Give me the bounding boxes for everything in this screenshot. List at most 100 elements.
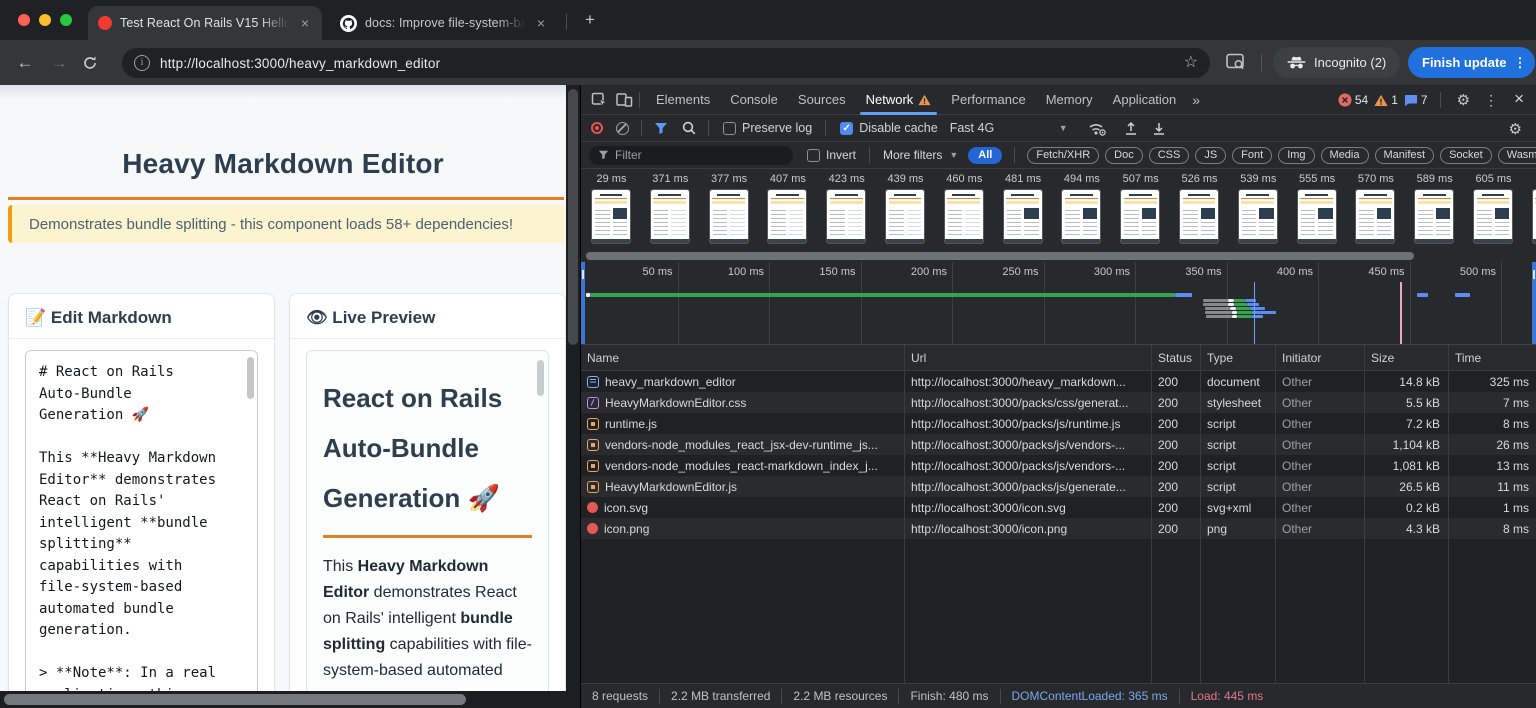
filmstrip-thumbnail[interactable] [1239, 190, 1277, 243]
devtools-tab-console[interactable]: Console [720, 85, 788, 115]
textarea-scrollbar[interactable] [247, 357, 254, 399]
filmstrip-frame[interactable]: 539 ms [1229, 169, 1288, 185]
filter-chip-font[interactable]: Font [1232, 147, 1272, 164]
filmstrip-frame[interactable]: 526 ms [1170, 169, 1229, 185]
page-info-icon[interactable]: i [134, 55, 150, 71]
filmstrip-thumbnail[interactable] [592, 190, 630, 243]
devtools-tab-performance[interactable]: Performance [941, 85, 1035, 115]
filmstrip-thumbnail[interactable] [886, 190, 924, 243]
preview-scrollbar[interactable] [537, 360, 544, 396]
filmstrip-frame[interactable]: 29 ms [582, 169, 641, 185]
device-toolbar-icon[interactable] [616, 92, 633, 108]
filmstrip-thumbnail[interactable] [651, 190, 689, 243]
devtools-tab-network[interactable]: Network [856, 85, 942, 115]
error-badge[interactable]: 54 [1338, 93, 1368, 107]
filmstrip-frame[interactable] [1523, 169, 1536, 173]
browser-tab-active[interactable]: Test React On Rails V15 Hello × [88, 6, 322, 40]
request-row-iconpng[interactable]: icon.pnghttp://localhost:3000/icon.png20… [581, 518, 1536, 539]
column-divider[interactable] [1275, 345, 1276, 683]
forward-button[interactable]: → [46, 50, 72, 76]
filmstrip-thumbnail[interactable] [1356, 190, 1394, 243]
column-divider[interactable] [1151, 345, 1152, 683]
record-network-log-button[interactable] [591, 122, 603, 134]
filter-toggle-icon[interactable] [654, 122, 668, 135]
column-header-status[interactable]: Status [1151, 351, 1200, 365]
filmstrip-thumbnail[interactable] [827, 190, 865, 243]
incognito-badge[interactable]: Incognito (2) [1273, 47, 1400, 78]
column-header-initiator[interactable]: Initiator [1275, 351, 1364, 365]
filmstrip-frame[interactable]: 439 ms [876, 169, 935, 185]
back-button[interactable]: ← [12, 50, 38, 76]
filmstrip-frame[interactable]: 589 ms [1405, 169, 1464, 185]
clear-network-log-button[interactable] [616, 122, 629, 135]
close-tab-icon[interactable]: × [298, 15, 312, 31]
network-overview-waterfall[interactable]: 50 ms100 ms150 ms200 ms250 ms300 ms350 m… [581, 262, 1536, 345]
filmstrip-thumbnail[interactable] [1121, 190, 1159, 243]
filter-input[interactable]: Filter [589, 146, 793, 165]
url-text[interactable]: http://localhost:3000/heavy_markdown_edi… [160, 56, 440, 71]
devtools-tab-sources[interactable]: Sources [788, 85, 856, 115]
import-har-icon[interactable] [1124, 121, 1138, 136]
column-divider[interactable] [904, 345, 905, 683]
filter-chip-wasm[interactable]: Wasm [1498, 147, 1536, 164]
network-settings-icon[interactable]: ⚙ [1505, 115, 1526, 142]
page-horizontal-scrollbar-thumb[interactable] [4, 694, 466, 705]
warning-badge[interactable]: 1 [1374, 93, 1398, 107]
filmstrip-thumbnail[interactable] [1415, 190, 1453, 243]
throttling-select[interactable]: Fast 4G ▼ [950, 121, 1068, 135]
page-horizontal-scrollbar[interactable] [0, 691, 566, 708]
filmstrip-scrollbar-thumb[interactable] [586, 252, 1414, 260]
column-header-time[interactable]: Time [1448, 351, 1536, 365]
invert-checkbox[interactable] [807, 149, 820, 162]
bookmark-star-icon[interactable]: ☆ [1184, 52, 1198, 72]
request-row-HeavyMarkdownEditorcss[interactable]: HeavyMarkdownEditor.csshttp://localhost:… [581, 392, 1536, 413]
column-header-size[interactable]: Size [1364, 351, 1448, 365]
filter-chip-css[interactable]: CSS [1149, 147, 1190, 164]
filmstrip-frame[interactable]: 605 ms [1464, 169, 1523, 185]
filter-chip-media[interactable]: Media [1321, 147, 1369, 164]
markdown-textarea[interactable]: # React on Rails Auto-Bundle Generation … [25, 350, 258, 700]
more-panels-chevron[interactable]: » [1186, 92, 1206, 108]
devtools-tab-memory[interactable]: Memory [1036, 85, 1103, 115]
page-vertical-scrollbar-thumb[interactable] [568, 89, 578, 345]
devtools-settings-icon[interactable]: ⚙ [1453, 91, 1474, 109]
filter-chip-fetchxhr[interactable]: Fetch/XHR [1027, 147, 1099, 164]
request-row-heavymarkdowneditor[interactable]: heavy_markdown_editorhttp://localhost:30… [581, 371, 1536, 392]
request-row-iconsvg[interactable]: icon.svghttp://localhost:3000/icon.svg20… [581, 497, 1536, 518]
column-header-name[interactable]: Name [581, 351, 904, 365]
request-row-HeavyMarkdownEditorjs[interactable]: HeavyMarkdownEditor.jshttp://localhost:3… [581, 476, 1536, 497]
devtools-tab-application[interactable]: Application [1103, 85, 1187, 115]
finish-update-button[interactable]: Finish update ⋮ [1408, 47, 1535, 78]
column-divider[interactable] [1364, 345, 1365, 683]
filmstrip-frame[interactable]: 423 ms [817, 169, 876, 185]
filter-chip-img[interactable]: Img [1278, 147, 1314, 164]
column-header-type[interactable]: Type [1200, 351, 1275, 365]
filmstrip-frame[interactable]: 407 ms [758, 169, 817, 185]
filmstrip-thumbnail[interactable] [945, 190, 983, 243]
column-divider[interactable] [1200, 345, 1201, 683]
new-tab-button[interactable]: + [578, 9, 602, 33]
network-conditions-icon[interactable] [1088, 121, 1106, 136]
close-tab-icon[interactable]: × [534, 15, 548, 31]
preserve-log-checkbox[interactable] [723, 122, 736, 135]
filmstrip-frame[interactable]: 371 ms [641, 169, 700, 185]
overview-right-handle[interactable] [1532, 262, 1536, 344]
request-row-vendorsnodemodulesreactj[interactable]: vendors-node_modules_react_jsx-dev-runti… [581, 434, 1536, 455]
filmstrip-scrollbar[interactable] [581, 249, 1536, 262]
filmstrip-frame[interactable]: 377 ms [700, 169, 759, 185]
minimize-window-button[interactable] [39, 14, 51, 26]
filmstrip-frame[interactable]: 494 ms [1052, 169, 1111, 185]
browser-menu-icon[interactable]: ⋮ [1514, 55, 1527, 71]
devtools-close-icon[interactable]: × [1508, 89, 1530, 111]
filmstrip-frame[interactable]: 481 ms [994, 169, 1053, 185]
filmstrip-frame[interactable]: 570 ms [1346, 169, 1405, 185]
filmstrip-frame[interactable]: 507 ms [1111, 169, 1170, 185]
filter-chip-doc[interactable]: Doc [1105, 147, 1143, 164]
request-row-vendorsnodemodulesreactm[interactable]: vendors-node_modules_react-markdown_inde… [581, 455, 1536, 476]
browser-tab-inactive[interactable]: docs: Improve file-system-ba × [330, 6, 558, 40]
filter-chip-js[interactable]: JS [1195, 147, 1226, 164]
overview-left-handle[interactable] [581, 262, 585, 344]
filmstrip-frame[interactable]: 460 ms [935, 169, 994, 185]
filter-chip-all[interactable]: All [968, 147, 1002, 164]
export-har-icon[interactable] [1152, 121, 1166, 136]
